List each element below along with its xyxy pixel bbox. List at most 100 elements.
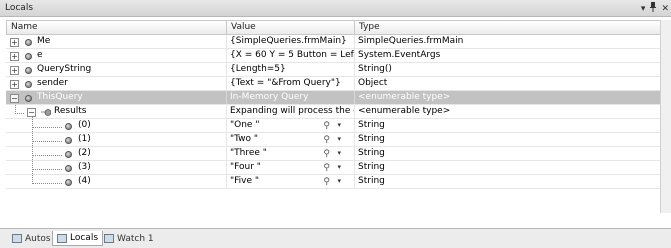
field-icon bbox=[65, 179, 72, 186]
name-cell: (2) bbox=[6, 147, 226, 160]
value-cell[interactable]: {SimpleQueries.frmMain} bbox=[226, 35, 354, 48]
variable-name: (3) bbox=[78, 162, 91, 172]
field-icon bbox=[65, 165, 72, 172]
results-icon bbox=[41, 108, 52, 117]
tab-locals[interactable]: Locals bbox=[52, 231, 104, 246]
tab-label: Watch 1 bbox=[117, 233, 154, 244]
column-header-value[interactable]: Value bbox=[227, 21, 355, 34]
name-cell: − Results bbox=[6, 105, 226, 118]
table-row[interactable]: + Me {SimpleQueries.frmMain} SimpleQueri… bbox=[6, 35, 666, 49]
locals-grid: + Me {SimpleQueries.frmMain} SimpleQueri… bbox=[6, 35, 666, 213]
locals-window-icon bbox=[57, 233, 67, 243]
name-cell: (0) bbox=[6, 119, 226, 132]
expand-icon[interactable]: + bbox=[10, 52, 19, 61]
visualizer-dropdown-icon[interactable]: ▾ bbox=[337, 133, 341, 146]
magnifier-icon[interactable]: ⚲ bbox=[323, 148, 330, 160]
table-row[interactable]: + QueryString {Length=5} String() bbox=[6, 63, 666, 77]
table-row[interactable]: − Results Expanding will process the col… bbox=[6, 105, 666, 119]
pin-icon[interactable] bbox=[649, 2, 657, 16]
variable-name: ThisQuery bbox=[37, 92, 83, 102]
type-cell: <enumerable type> bbox=[354, 91, 665, 104]
name-cell: + e bbox=[6, 49, 226, 62]
variable-name: QueryString bbox=[37, 64, 92, 74]
vertical-scrollbar[interactable] bbox=[660, 20, 671, 213]
visualizer-dropdown-icon[interactable]: ▾ bbox=[337, 175, 341, 188]
locals-window-titlebar: Locals ▾ ✕ bbox=[0, 0, 671, 17]
type-cell: String() bbox=[354, 63, 665, 76]
value-cell[interactable]: "Five " ⚲ ▾ bbox=[226, 175, 354, 188]
column-header-type[interactable]: Type bbox=[355, 21, 666, 34]
window-controls: ▾ ✕ bbox=[641, 2, 669, 16]
name-cell: (1) bbox=[6, 133, 226, 146]
name-cell: (4) bbox=[6, 175, 226, 188]
type-cell: Object bbox=[354, 77, 665, 90]
table-row-selected[interactable]: − ThisQuery In-Memory Query <enumerable … bbox=[6, 91, 666, 105]
table-row[interactable]: + sender {Text = "&From Query"} Object bbox=[6, 77, 666, 91]
expand-icon[interactable]: + bbox=[10, 80, 19, 89]
value-cell[interactable]: {Length=5} bbox=[226, 63, 354, 76]
tab-label: Autos bbox=[25, 233, 51, 244]
field-icon bbox=[25, 39, 32, 46]
table-row[interactable]: (0) "One " ⚲ ▾ String bbox=[6, 119, 666, 133]
value-cell[interactable]: "Three " ⚲ ▾ bbox=[226, 147, 354, 160]
magnifier-icon[interactable]: ⚲ bbox=[323, 120, 330, 132]
table-row[interactable]: (1) "Two " ⚲ ▾ String bbox=[6, 133, 666, 147]
collapse-icon[interactable]: − bbox=[10, 94, 19, 103]
value-cell[interactable]: "Two " ⚲ ▾ bbox=[226, 133, 354, 146]
collapse-icon[interactable]: − bbox=[27, 108, 36, 117]
field-icon bbox=[25, 67, 32, 74]
value-cell[interactable]: {Text = "&From Query"} bbox=[226, 77, 354, 90]
type-cell: <enumerable type> bbox=[354, 105, 665, 118]
window-title: Locals bbox=[5, 3, 34, 13]
string-value: "Four " bbox=[230, 162, 261, 172]
field-icon bbox=[65, 137, 72, 144]
name-cell: + QueryString bbox=[6, 63, 226, 76]
type-cell: String bbox=[354, 161, 665, 174]
table-row[interactable]: + e {X = 60 Y = 5 Button = Left { System… bbox=[6, 49, 666, 63]
watch-window-icon bbox=[104, 234, 114, 243]
type-cell: String bbox=[354, 147, 665, 160]
field-icon bbox=[25, 95, 32, 102]
field-icon bbox=[65, 123, 72, 130]
string-value: "Two " bbox=[230, 134, 259, 144]
magnifier-icon[interactable]: ⚲ bbox=[323, 134, 330, 146]
magnifier-icon[interactable]: ⚲ bbox=[323, 162, 330, 174]
name-cell: + sender bbox=[6, 77, 226, 90]
value-cell[interactable]: In-Memory Query bbox=[226, 91, 354, 104]
table-row[interactable]: (3) "Four " ⚲ ▾ String bbox=[6, 161, 666, 175]
type-cell: String bbox=[354, 175, 665, 188]
column-header-name[interactable]: Name bbox=[7, 21, 227, 34]
close-icon[interactable]: ✕ bbox=[661, 3, 669, 15]
field-icon bbox=[25, 81, 32, 88]
tab-label: Locals bbox=[70, 233, 99, 243]
variable-name: Me bbox=[37, 36, 51, 46]
value-cell[interactable]: {X = 60 Y = 5 Button = Left { bbox=[226, 49, 354, 62]
magnifier-icon[interactable]: ⚲ bbox=[323, 176, 330, 188]
name-cell: − ThisQuery bbox=[6, 91, 226, 104]
variable-name: (0) bbox=[78, 120, 91, 130]
visualizer-dropdown-icon[interactable]: ▾ bbox=[337, 161, 341, 174]
value-cell[interactable]: Expanding will process the col bbox=[226, 105, 354, 118]
variable-name: (4) bbox=[78, 176, 91, 186]
table-row[interactable]: (2) "Three " ⚲ ▾ String bbox=[6, 147, 666, 161]
value-cell[interactable]: "Four " ⚲ ▾ bbox=[226, 161, 354, 174]
value-cell[interactable]: "One " ⚲ ▾ bbox=[226, 119, 354, 132]
visualizer-dropdown-icon[interactable]: ▾ bbox=[337, 147, 341, 160]
variable-name: (1) bbox=[78, 134, 91, 144]
table-row[interactable]: (4) "Five " ⚲ ▾ String bbox=[6, 175, 666, 189]
window-dropdown-icon[interactable]: ▾ bbox=[641, 3, 646, 15]
variable-name: Results bbox=[54, 106, 87, 116]
variable-name: (2) bbox=[78, 148, 91, 158]
type-cell: String bbox=[354, 133, 665, 146]
tab-watch-1[interactable]: Watch 1 bbox=[100, 231, 158, 246]
expand-icon[interactable]: + bbox=[10, 38, 19, 47]
field-icon bbox=[25, 53, 32, 60]
tab-autos[interactable]: Autos bbox=[8, 231, 55, 246]
string-value: "Three " bbox=[230, 148, 267, 158]
visualizer-dropdown-icon[interactable]: ▾ bbox=[337, 119, 341, 132]
string-value: "One " bbox=[230, 120, 260, 130]
autos-window-icon bbox=[12, 234, 22, 243]
expand-icon[interactable]: + bbox=[10, 66, 19, 75]
name-cell: + Me bbox=[6, 35, 226, 48]
type-cell: SimpleQueries.frmMain bbox=[354, 35, 665, 48]
